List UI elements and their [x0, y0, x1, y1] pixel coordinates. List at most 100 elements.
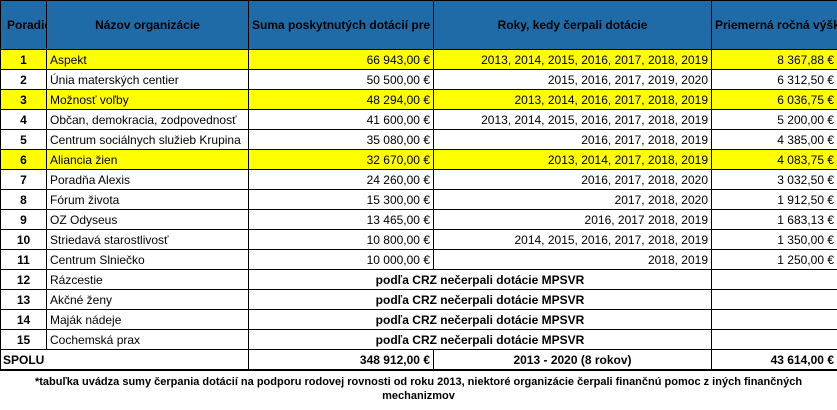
organization-name-cell: Centrum sociálnych služieb Krupina: [46, 129, 249, 150]
table-row: 15 Cochemská prax podľa CRZ nečerpali dotá…: [0, 329, 837, 350]
average-cell: [711, 309, 837, 330]
average-cell: 6 312,50 €: [711, 69, 837, 90]
organization-name-cell: Cochemská prax: [46, 329, 249, 350]
amount-cell: 66 943,00 €: [248, 49, 434, 70]
rank-cell: 1: [0, 49, 47, 70]
years-cell: 2015, 2016, 2017, 2019, 2020: [433, 69, 712, 90]
table-row: 11 Centrum Slniečko 10 000,00 €2018, 2019 1…: [0, 249, 837, 270]
average-cell: [711, 269, 837, 290]
years-cell: 2014, 2015, 2016, 2017, 2018, 2019: [433, 229, 712, 250]
table-row: 8 Fórum života 15 300,00 €2017, 2018, 2020…: [0, 189, 837, 210]
rank-cell: 10: [0, 229, 47, 250]
years-cell: 2013, 2014, 2016, 2017, 2018, 2019: [433, 89, 712, 110]
organization-name-cell: Striedavá starostlivosť: [46, 229, 249, 250]
table-row: 6 Aliancia žien 32 670,00 €2013, 2014, 201…: [0, 149, 837, 170]
table-row: 13 Akčné ženy podľa CRZ nečerpali dotácie …: [0, 289, 837, 310]
rank-cell: 8: [0, 189, 47, 210]
amount-cell: 41 600,00 €: [248, 109, 434, 130]
organization-name-cell: Aliancia žien: [46, 149, 249, 170]
rank-cell: 13: [0, 289, 47, 310]
average-cell: [711, 289, 837, 310]
organization-name-cell: Maják nádeje: [46, 309, 249, 330]
header-rank: Poradie: [0, 0, 47, 50]
header-average: Priemerná ročná výška dotácie za obdobie…: [711, 0, 837, 50]
no-subsidy-note-cell: podľa CRZ nečerpali dotácie MPSVR: [248, 269, 712, 290]
total-average: 43 614,00 €: [711, 349, 837, 370]
table-body: 1 Aspekt 66 943,00 €2013, 2014, 2015, 2016…: [0, 49, 837, 370]
table-row: 7 Poradňa Alexis 24 260,00 €2016, 2017, 20…: [0, 169, 837, 190]
average-cell: 5 200,00 €: [711, 109, 837, 130]
table-row: 5 Centrum sociálnych služieb Krupina 35 08…: [0, 129, 837, 150]
rank-cell: 7: [0, 169, 47, 190]
table-row: 10 Striedavá starostlivosť 10 800,00 €2014…: [0, 229, 837, 250]
years-cell: 2018, 2019: [433, 249, 712, 270]
total-years: 2013 - 2020 (8 rokov): [433, 349, 712, 370]
years-cell: 2016, 2017, 2018, 2020: [433, 169, 712, 190]
organization-name-cell: Únia materských centier: [46, 69, 249, 90]
subsidy-table: Poradie Názov organizácie Suma poskytnut…: [0, 0, 837, 370]
header-row: Poradie Názov organizácie Suma poskytnut…: [0, 0, 837, 50]
organization-name-cell: Možnosť voľby: [46, 89, 249, 110]
table-row: 9 OZ Odyseus 13 465,00 €2016, 2017 2018, 2…: [0, 209, 837, 230]
average-cell: 4 385,00 €: [711, 129, 837, 150]
amount-cell: 10 800,00 €: [248, 229, 434, 250]
organization-name-cell: Občan, demokracia, zodpovednosť: [46, 109, 249, 130]
amount-cell: 24 260,00 €: [248, 169, 434, 190]
rank-cell: 15: [0, 329, 47, 350]
rank-cell: 3: [0, 89, 47, 110]
organization-name-cell: OZ Odyseus: [46, 209, 249, 230]
years-cell: 2017, 2018, 2020: [433, 189, 712, 210]
no-subsidy-note-cell: podľa CRZ nečerpali dotácie MPSVR: [248, 329, 712, 350]
organization-name-cell: Akčné ženy: [46, 289, 249, 310]
amount-cell: 10 000,00 €: [248, 249, 434, 270]
average-cell: 1 250,00 €: [711, 249, 837, 270]
table-row: 12 Rázcestie podľa CRZ nečerpali dotácie M…: [0, 269, 837, 290]
organization-name-cell: Rázcestie: [46, 269, 249, 290]
rank-cell: 12: [0, 269, 47, 290]
header-years: Roky, kedy čerpali dotácie: [433, 0, 712, 50]
table-row: 3 Možnosť voľby 48 294,00 €2013, 2014, 201…: [0, 89, 837, 110]
organization-name-cell: Centrum Slniečko: [46, 249, 249, 270]
rank-cell: 9: [0, 209, 47, 230]
years-cell: 2016, 2017, 2018, 2019: [433, 129, 712, 150]
average-cell: 6 036,75 €: [711, 89, 837, 110]
no-subsidy-note-cell: podľa CRZ nečerpali dotácie MPSVR: [248, 309, 712, 330]
average-cell: 1 683,13 €: [711, 209, 837, 230]
header-amount: Suma poskytnutých dotácií pre organizáci…: [248, 0, 434, 50]
average-cell: 4 083,75 €: [711, 149, 837, 170]
organization-name-cell: Fórum života: [46, 189, 249, 210]
table-row: 14 Maják nádeje podľa CRZ nečerpali dotáci…: [0, 309, 837, 330]
organization-name-cell: Poradňa Alexis: [46, 169, 249, 190]
years-cell: 2016, 2017 2018, 2019: [433, 209, 712, 230]
average-cell: [711, 329, 837, 350]
average-cell: 1 350,00 €: [711, 229, 837, 250]
total-row: SPOLU 348 912,00 €2013 - 2020 (8 rokov) 43…: [0, 349, 837, 370]
rank-cell: 14: [0, 309, 47, 330]
average-cell: 8 367,88 €: [711, 49, 837, 70]
amount-cell: 32 670,00 €: [248, 149, 434, 170]
rank-cell: 4: [0, 109, 47, 130]
total-amount: 348 912,00 €: [248, 349, 434, 370]
amount-cell: 15 300,00 €: [248, 189, 434, 210]
amount-cell: 13 465,00 €: [248, 209, 434, 230]
rank-cell: 11: [0, 249, 47, 270]
years-cell: 2013, 2014, 2017, 2018, 2019: [433, 149, 712, 170]
years-cell: 2013, 2014, 2015, 2016, 2017, 2018, 2019: [433, 49, 712, 70]
rank-cell: 2: [0, 69, 47, 90]
amount-cell: 48 294,00 €: [248, 89, 434, 110]
rank-cell: 6: [0, 149, 47, 170]
years-cell: 2013, 2014, 2015, 2016, 2017, 2018, 2019: [433, 109, 712, 130]
average-cell: 3 032,50 €: [711, 169, 837, 190]
rank-cell: 5: [0, 129, 47, 150]
footnote: *tabuľka uvádza sumy čerpania dotácií na…: [0, 371, 837, 410]
table-row: 2 Únia materských centier 50 500,00 €2015,…: [0, 69, 837, 90]
header-name: Názov organizácie: [46, 0, 249, 50]
amount-cell: 35 080,00 €: [248, 129, 434, 150]
table-row: 1 Aspekt 66 943,00 €2013, 2014, 2015, 2016…: [0, 49, 837, 70]
amount-cell: 50 500,00 €: [248, 69, 434, 90]
total-label: SPOLU: [0, 349, 249, 370]
organization-name-cell: Aspekt: [46, 49, 249, 70]
average-cell: 1 912,50 €: [711, 189, 837, 210]
table-row: 4 Občan, demokracia, zodpovednosť 41 600,0…: [0, 109, 837, 130]
no-subsidy-note-cell: podľa CRZ nečerpali dotácie MPSVR: [248, 289, 712, 310]
